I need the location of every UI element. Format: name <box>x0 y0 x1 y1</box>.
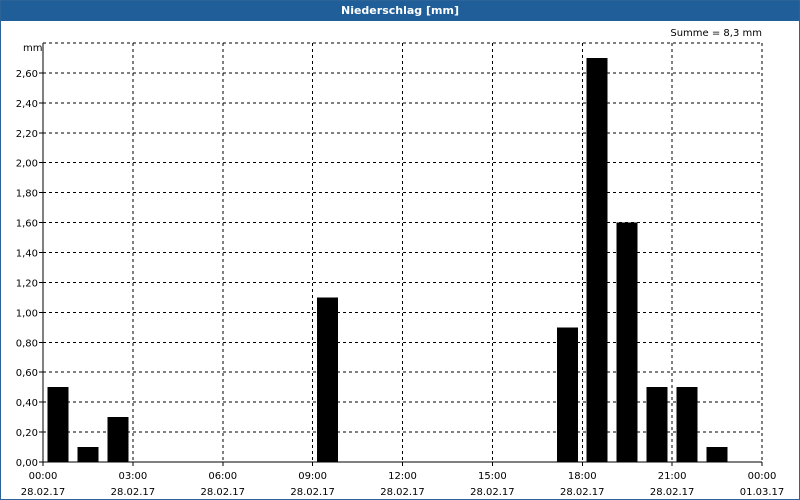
y-tick-label: 1,20 <box>16 278 38 289</box>
bar <box>317 297 339 462</box>
y-tick-label: 1,60 <box>16 219 38 230</box>
bar <box>676 387 698 462</box>
y-tick-label: 0,20 <box>16 428 38 439</box>
y-tick-label: 2,40 <box>16 99 38 110</box>
y-tick-label: 2,00 <box>16 159 38 170</box>
y-tick-label: 2,20 <box>16 129 38 140</box>
bar <box>706 447 728 462</box>
x-tick-time-label: 00:00 <box>29 471 58 482</box>
x-tick-date-label: 28.02.17 <box>380 487 425 498</box>
x-tick-time-label: 21:00 <box>658 471 687 482</box>
y-axis-unit-label: mm <box>23 43 42 54</box>
x-tick-time-label: 06:00 <box>208 471 237 482</box>
x-tick-labels: 00:00 28.02.17 03:00 28.02.17 06:00 28.02.17 0… <box>21 471 785 498</box>
x-tick-time-label: 18:00 <box>568 471 597 482</box>
bar <box>556 327 578 462</box>
bar <box>47 387 69 462</box>
bar <box>77 447 99 462</box>
x-tick-date-label: 28.02.17 <box>111 487 156 498</box>
x-tick-date-label: 01.03.17 <box>740 487 785 498</box>
x-tick-date-label: 28.02.17 <box>650 487 695 498</box>
bar <box>616 222 638 462</box>
bar-series <box>47 57 728 462</box>
x-tick-date-label: 28.02.17 <box>470 487 515 498</box>
x-tick-time-label: 12:00 <box>388 471 417 482</box>
bar <box>586 57 608 462</box>
y-tick-label: 1,40 <box>16 249 38 260</box>
sum-annotation: Summe = 8,3 mm <box>670 28 762 39</box>
bar <box>107 417 129 462</box>
y-tick-label: 1,00 <box>16 308 38 319</box>
y-tick-labels: 0,00 0,20 0,40 0,60 0,80 1,00 1,20 1,40 1,60 1,80… <box>16 69 38 469</box>
x-tick-time-label: 15:00 <box>478 471 507 482</box>
y-tick-label: 0,40 <box>16 398 38 409</box>
x-tick-date-label: 28.02.17 <box>290 487 335 498</box>
x-tick-date-label: 28.02.17 <box>21 487 66 498</box>
y-tick-label: 1,80 <box>16 189 38 200</box>
y-tick-label: 2,60 <box>16 69 38 80</box>
x-tick-time-label: 09:00 <box>298 471 327 482</box>
y-tick-label: 0,60 <box>16 368 38 379</box>
x-tick-time-label: 03:00 <box>118 471 147 482</box>
x-tick-date-label: 28.02.17 <box>200 487 245 498</box>
y-tick-label: 0,00 <box>16 458 38 469</box>
y-tick-label: 0,80 <box>16 338 38 349</box>
chart-window: Niederschlag [mm] mm Summe = 8,3 mm 0,00… <box>0 0 800 500</box>
bar <box>646 387 668 462</box>
x-tick-time-label: 00:00 <box>748 471 777 482</box>
x-tick-date-label: 28.02.17 <box>560 487 605 498</box>
precipitation-chart: mm Summe = 8,3 mm 0,00 0,20 0,40 0,60 0,80 1,… <box>16 28 785 498</box>
